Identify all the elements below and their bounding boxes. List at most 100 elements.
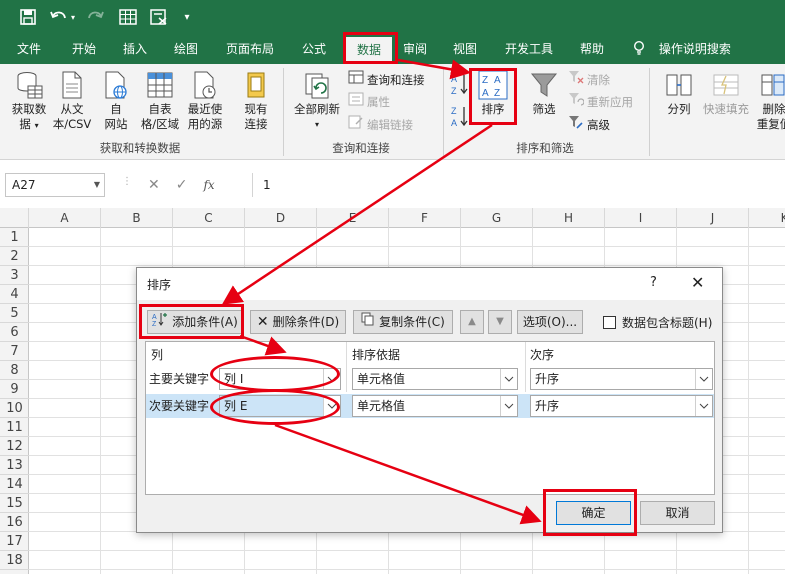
row-header[interactable]: 6 <box>0 323 29 342</box>
save-icon[interactable] <box>17 6 39 28</box>
move-up-button[interactable]: ▲ <box>460 310 484 334</box>
column-header[interactable]: B <box>101 208 173 228</box>
column-header[interactable]: F <box>389 208 461 228</box>
more-icon[interactable]: ▾ <box>176 6 198 28</box>
row-header[interactable]: 13 <box>0 456 29 475</box>
table-icon[interactable] <box>117 6 139 28</box>
chevron-down-icon[interactable]: ▼ <box>94 174 100 196</box>
from-web-label: 自 <box>110 102 122 116</box>
row-header[interactable]: 12 <box>0 437 29 456</box>
name-box[interactable]: A27 ▼ <box>5 173 105 197</box>
tab-home[interactable]: 开始 <box>64 34 104 64</box>
remove-duplicates-button[interactable]: 删除 重复值 <box>754 70 785 132</box>
from-table-button[interactable]: 自表 格/区域 <box>138 70 182 132</box>
options-button[interactable]: 选项(O)... <box>517 310 583 334</box>
column-header[interactable]: C <box>173 208 245 228</box>
properties-label: 属性 <box>367 95 390 109</box>
tab-view[interactable]: 视图 <box>445 34 485 64</box>
recent-sources-button[interactable]: 最近使 用的源 <box>183 70 227 132</box>
row-header[interactable]: 16 <box>0 513 29 532</box>
resize-handle-icon[interactable]: ⋮ <box>122 176 132 187</box>
filter-button[interactable]: 筛选 <box>524 70 564 117</box>
row-header[interactable]: 2 <box>0 247 29 266</box>
undo-dropdown-icon[interactable]: ▾ <box>67 6 79 28</box>
annotation-box <box>343 32 398 64</box>
tab-draw[interactable]: 绘图 <box>166 34 206 64</box>
cancel-button[interactable]: 取消 <box>640 501 715 525</box>
tab-help[interactable]: 帮助 <box>572 34 612 64</box>
move-down-button[interactable]: ▼ <box>488 310 512 334</box>
secondary-sort-on-select[interactable]: 单元格值 <box>352 395 518 417</box>
queries-connections-button[interactable]: 查询和连接 <box>348 70 425 90</box>
column-header[interactable]: K <box>749 208 785 228</box>
existing-connections-button[interactable]: 现有 连接 <box>236 70 276 132</box>
primary-order-select[interactable]: 升序 <box>530 368 713 390</box>
sort-descending-button[interactable]: ZA <box>449 104 471 134</box>
insert-function-icon[interactable]: fx <box>203 178 214 192</box>
primary-sort-on-select[interactable]: 单元格值 <box>352 368 518 390</box>
row-header[interactable]: 15 <box>0 494 29 513</box>
column-header[interactable]: H <box>533 208 605 228</box>
chevron-down-icon[interactable] <box>695 396 712 416</box>
clear-filter-button[interactable]: 清除 <box>568 70 610 90</box>
row-header[interactable]: 1 <box>0 228 29 247</box>
row-header[interactable]: 14 <box>0 475 29 494</box>
select-all-corner[interactable] <box>0 208 29 228</box>
has-headers-checkbox[interactable] <box>603 315 616 329</box>
row-header[interactable]: 11 <box>0 418 29 437</box>
column-header[interactable]: A <box>29 208 101 228</box>
row-header[interactable]: 5 <box>0 304 29 323</box>
chevron-down-icon[interactable] <box>695 369 712 389</box>
column-header[interactable]: E <box>317 208 389 228</box>
refresh-all-button[interactable]: 全部刷新 ▾ <box>290 70 344 132</box>
copy-condition-button[interactable]: 复制条件(C) <box>353 310 453 334</box>
chevron-down-icon[interactable] <box>500 396 517 416</box>
chevron-down-icon[interactable] <box>500 369 517 389</box>
reapply-button[interactable]: 重新应用 <box>568 92 633 112</box>
column-header[interactable]: I <box>605 208 677 228</box>
get-data-label: 获取数 <box>11 102 47 116</box>
web-icon <box>105 71 127 99</box>
row-header[interactable]: 9 <box>0 380 29 399</box>
close-icon[interactable]: ✕ <box>691 273 704 292</box>
tab-page-layout[interactable]: 页面布局 <box>221 34 279 64</box>
advanced-filter-button[interactable]: 高级 <box>568 115 610 135</box>
tab-review[interactable]: 审阅 <box>395 34 435 64</box>
enter-check-icon[interactable]: ✓ <box>176 177 188 193</box>
help-icon[interactable]: ? <box>650 275 657 290</box>
redo-icon[interactable] <box>84 6 106 28</box>
from-web-button[interactable]: 自 网站 <box>97 70 135 132</box>
sort-ascending-button[interactable]: AZ <box>449 72 471 102</box>
row-header[interactable]: 18 <box>0 551 29 570</box>
reapply-icon <box>568 92 585 112</box>
edit-links-button[interactable]: 编辑链接 <box>348 115 413 135</box>
row-header[interactable]: 8 <box>0 361 29 380</box>
column-header[interactable]: D <box>245 208 317 228</box>
formula-input[interactable]: 1 <box>252 173 785 197</box>
has-headers-option[interactable]: 数据包含标题(H) <box>603 314 712 330</box>
row-header[interactable]: 4 <box>0 285 29 304</box>
cancel-icon[interactable]: ✕ <box>148 177 160 193</box>
tab-formulas[interactable]: 公式 <box>294 34 334 64</box>
properties-button[interactable]: 属性 <box>348 92 390 112</box>
row-header[interactable]: 7 <box>0 342 29 361</box>
column-header[interactable]: J <box>677 208 749 228</box>
lightbulb-icon <box>633 40 649 56</box>
row-header[interactable]: 3 <box>0 266 29 285</box>
cancel-label: 取消 <box>665 506 690 520</box>
tab-developer[interactable]: 开发工具 <box>499 34 559 64</box>
get-data-button[interactable]: 获取数 据 ▾ <box>7 70 51 133</box>
tell-me-search[interactable]: 操作说明搜索 <box>633 34 731 64</box>
from-text-csv-button[interactable]: 从文 本/CSV <box>50 70 94 132</box>
row-header[interactable]: 17 <box>0 532 29 551</box>
flash-fill-button[interactable]: 快速填充 <box>700 70 752 117</box>
secondary-order-select[interactable]: 升序 <box>530 395 713 417</box>
row-header[interactable]: 10 <box>0 399 29 418</box>
tab-file[interactable]: 文件 <box>9 34 49 64</box>
custom-icon[interactable] <box>148 6 170 28</box>
text-to-columns-button[interactable]: 分列 <box>660 70 698 117</box>
tab-insert[interactable]: 插入 <box>115 34 155 64</box>
primary-sort-on-value: 单元格值 <box>357 372 406 386</box>
column-header[interactable]: G <box>461 208 533 228</box>
delete-condition-button[interactable]: ✕ 删除条件(D) <box>250 310 346 334</box>
